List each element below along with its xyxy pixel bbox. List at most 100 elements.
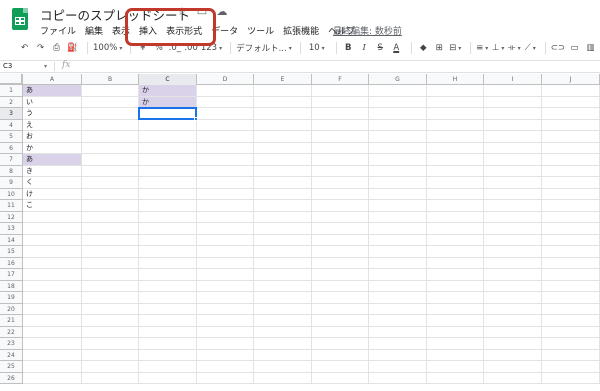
grid-cell[interactable] xyxy=(369,315,427,327)
merge-cells-icon[interactable]: ⊟ xyxy=(449,41,462,55)
grid-cell[interactable] xyxy=(23,292,82,304)
grid-cell[interactable] xyxy=(427,372,484,384)
grid-cell[interactable] xyxy=(369,303,427,315)
grid-cell[interactable] xyxy=(197,108,254,120)
grid-cell[interactable] xyxy=(484,269,542,281)
grid-cell[interactable] xyxy=(139,200,197,212)
grid-cell[interactable] xyxy=(312,142,369,154)
grid-cell[interactable] xyxy=(312,234,369,246)
grid-cell[interactable] xyxy=(254,165,312,177)
grid-cell[interactable] xyxy=(542,234,600,246)
grid-cell[interactable] xyxy=(139,269,197,281)
grid-cell[interactable] xyxy=(82,246,139,258)
grid-cell[interactable] xyxy=(197,338,254,350)
grid-cell[interactable] xyxy=(82,177,139,189)
grid-cell[interactable] xyxy=(427,211,484,223)
grid-cell[interactable] xyxy=(197,142,254,154)
grid-cell[interactable] xyxy=(427,326,484,338)
grid-cell[interactable] xyxy=(254,131,312,143)
grid-cell[interactable] xyxy=(254,315,312,327)
grid-cell[interactable] xyxy=(197,292,254,304)
grid-cell[interactable] xyxy=(484,142,542,154)
grid-cell[interactable] xyxy=(312,223,369,235)
grid-cell[interactable] xyxy=(82,349,139,361)
column-header[interactable]: G xyxy=(369,74,427,85)
grid-cell[interactable] xyxy=(82,257,139,269)
print-icon[interactable]: ⎙ xyxy=(50,41,63,55)
grid-cell[interactable] xyxy=(427,234,484,246)
grid-cell[interactable] xyxy=(484,326,542,338)
grid-cell[interactable] xyxy=(542,131,600,143)
grid-cell[interactable] xyxy=(484,200,542,212)
grid-cell[interactable] xyxy=(369,234,427,246)
grid-cell[interactable] xyxy=(427,280,484,292)
grid-cell[interactable] xyxy=(197,234,254,246)
grid-cell[interactable] xyxy=(254,372,312,384)
grid-cell[interactable] xyxy=(254,361,312,373)
grid-cell[interactable] xyxy=(427,131,484,143)
grid-cell[interactable] xyxy=(484,338,542,350)
borders-icon[interactable]: ⊞ xyxy=(433,41,446,55)
grid-cell[interactable] xyxy=(23,349,82,361)
grid-cell[interactable] xyxy=(484,211,542,223)
grid-cell[interactable] xyxy=(542,223,600,235)
grid-cell[interactable] xyxy=(312,108,369,120)
grid-cell[interactable] xyxy=(369,96,427,108)
grid-cell[interactable] xyxy=(197,349,254,361)
grid-cell[interactable] xyxy=(369,165,427,177)
text-rotation-icon[interactable]: ⟋ xyxy=(524,41,537,55)
grid-cell[interactable] xyxy=(254,142,312,154)
grid-cell[interactable] xyxy=(369,142,427,154)
row-header[interactable]: 26 xyxy=(0,372,23,384)
grid-cell[interactable] xyxy=(139,211,197,223)
grid-cell[interactable] xyxy=(23,223,82,235)
grid-cell[interactable] xyxy=(254,338,312,350)
cloud-status-icon[interactable]: ☁ xyxy=(216,5,228,18)
grid-cell[interactable] xyxy=(23,211,82,223)
grid-cell[interactable] xyxy=(254,246,312,258)
grid-cell[interactable] xyxy=(82,119,139,131)
grid-cell[interactable] xyxy=(312,200,369,212)
grid-cell[interactable] xyxy=(82,85,139,97)
undo-icon[interactable]: ↶ xyxy=(18,41,31,55)
grid-cell[interactable] xyxy=(369,131,427,143)
grid-cell[interactable] xyxy=(427,177,484,189)
grid-cell[interactable] xyxy=(484,177,542,189)
grid-cell[interactable] xyxy=(82,223,139,235)
grid-cell[interactable] xyxy=(369,292,427,304)
fill-color-icon[interactable]: ◆ xyxy=(417,41,430,55)
grid-cell[interactable] xyxy=(23,303,82,315)
grid-cell[interactable] xyxy=(23,257,82,269)
font-size-select[interactable]: 10 xyxy=(306,41,328,55)
menu-item[interactable]: 編集 xyxy=(85,24,103,37)
grid-cell[interactable] xyxy=(312,349,369,361)
grid-cell[interactable] xyxy=(312,85,369,97)
grid-cell[interactable] xyxy=(139,188,197,200)
grid-cell[interactable] xyxy=(254,177,312,189)
grid-cell[interactable] xyxy=(312,165,369,177)
grid-cell[interactable] xyxy=(139,177,197,189)
grid-cell[interactable] xyxy=(254,154,312,166)
grid-cell[interactable] xyxy=(23,269,82,281)
grid-cell[interactable] xyxy=(197,246,254,258)
grid-cell[interactable] xyxy=(197,361,254,373)
grid-cell[interactable] xyxy=(139,131,197,143)
grid-cell[interactable] xyxy=(197,269,254,281)
grid-cell[interactable] xyxy=(82,154,139,166)
grid-cell[interactable] xyxy=(369,280,427,292)
grid-cell[interactable] xyxy=(542,269,600,281)
grid-cell[interactable]: あ xyxy=(23,85,82,97)
grid-cell[interactable] xyxy=(427,165,484,177)
grid-cell[interactable]: こ xyxy=(23,200,82,212)
row-header[interactable]: 15 xyxy=(0,246,23,258)
grid-cell[interactable] xyxy=(82,211,139,223)
insert-chart-icon[interactable]: ▥ xyxy=(584,41,597,55)
grid-cell[interactable] xyxy=(427,188,484,200)
grid-cell[interactable]: け xyxy=(23,188,82,200)
grid-cell[interactable] xyxy=(484,154,542,166)
bold-button[interactable]: B xyxy=(342,41,355,55)
column-header[interactable]: E xyxy=(254,74,312,85)
grid-cell[interactable] xyxy=(139,257,197,269)
grid-cell[interactable]: か xyxy=(23,142,82,154)
menu-item[interactable]: ツール xyxy=(247,24,274,37)
